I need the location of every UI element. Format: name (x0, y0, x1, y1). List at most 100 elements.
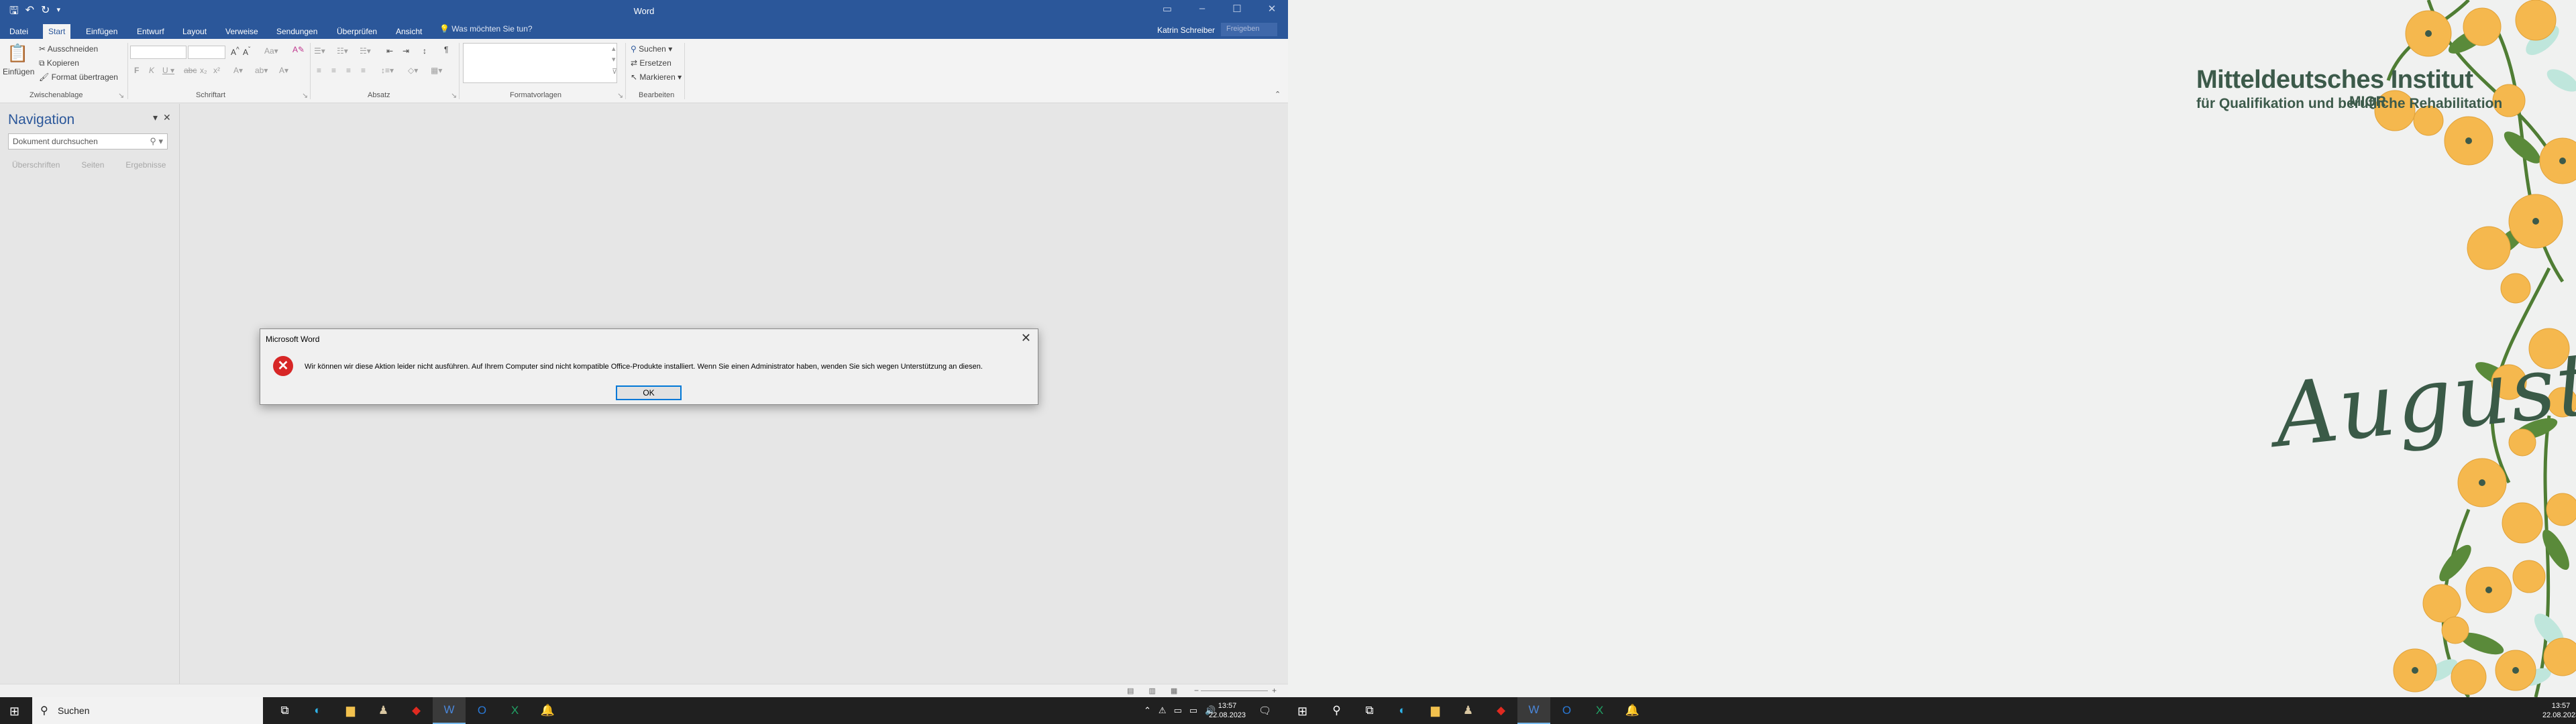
align-right-icon[interactable]: ≡ (346, 66, 351, 75)
font-name-combo[interactable] (130, 46, 186, 59)
tab-review[interactable]: Überprüfen (331, 24, 382, 39)
network-icon[interactable]: ▭ (1189, 705, 1197, 716)
nav-tab-headings[interactable]: Überschriften (12, 160, 60, 170)
navigation-search-input[interactable]: Dokument durchsuchen ⚲ ▾ (8, 133, 168, 149)
format-painter-button[interactable]: 🖌 Format übertragen (39, 72, 118, 82)
highlight-icon[interactable]: ab▾ (255, 66, 268, 75)
excel-icon[interactable]: X (1583, 697, 1616, 724)
line-spacing-icon[interactable]: ↕≡▾ (381, 66, 394, 75)
acrobat-icon[interactable]: ◆ (1485, 697, 1517, 724)
tab-start[interactable]: Start (43, 24, 71, 39)
ribbon-display-icon[interactable]: ▭ (1157, 3, 1178, 15)
user-name[interactable]: Katrin Schreiber (1157, 25, 1215, 35)
word-icon[interactable]: W (1517, 697, 1550, 724)
maximize-icon[interactable]: ☐ (1226, 3, 1248, 15)
replace-button[interactable]: ⇄ Ersetzen (631, 58, 672, 68)
tab-references[interactable]: Verweise (220, 24, 264, 39)
clipboard-launcher-icon[interactable]: ↘ (118, 91, 124, 100)
acrobat-icon[interactable]: ◆ (400, 697, 433, 724)
bullets-icon[interactable]: ☰▾ (314, 46, 325, 56)
outlook-icon[interactable]: O (1550, 697, 1583, 724)
subscript-icon[interactable]: x₂ (200, 66, 207, 75)
font-launcher-icon[interactable]: ↘ (302, 91, 308, 100)
strikethrough-icon[interactable]: abc (184, 66, 197, 75)
styles-launcher-icon[interactable]: ↘ (617, 91, 623, 100)
select-button[interactable]: ↖ Markieren ▾ (631, 72, 682, 82)
styles-gallery[interactable] (463, 43, 617, 83)
chevron-up-icon[interactable]: ⌃ (1144, 705, 1151, 716)
font-grow-icon[interactable]: A^ (231, 46, 239, 57)
show-marks-icon[interactable]: ¶ (444, 45, 448, 54)
nav-tab-results[interactable]: Ergebnisse (125, 160, 166, 170)
borders-icon[interactable]: ▦▾ (431, 66, 442, 75)
dialog-close-icon[interactable]: ✕ (1021, 331, 1031, 345)
minimize-icon[interactable]: – (1191, 3, 1213, 15)
edge-icon[interactable]: ◐ (301, 697, 334, 724)
tab-mailings[interactable]: Sendungen (271, 24, 323, 39)
pane-options-icon[interactable]: ▾ (153, 112, 158, 123)
taskbar-search[interactable]: ⚲ Suchen (32, 697, 263, 724)
close-pane-icon[interactable]: ✕ (163, 112, 171, 123)
ok-button[interactable]: OK (616, 385, 682, 400)
cut-button[interactable]: ✂ Ausschneiden (39, 44, 98, 54)
bold-icon[interactable]: F (134, 66, 139, 75)
word-icon[interactable]: W (433, 697, 466, 724)
italic-icon[interactable]: K (149, 66, 154, 75)
font-size-combo[interactable] (188, 46, 225, 59)
close-icon[interactable]: ✕ (1261, 3, 1283, 15)
taskbar-clock[interactable]: 13:57 22.08.2023 (1209, 701, 1246, 720)
zoom-out-icon[interactable]: − (1194, 686, 1199, 695)
underline-icon[interactable]: U ▾ (162, 66, 174, 75)
secondary-clock[interactable]: 13:57 22.08.2023 (2542, 701, 2576, 720)
zoom-slider[interactable] (1201, 690, 1268, 691)
tab-file[interactable]: Datei (4, 24, 34, 39)
notification-app-icon[interactable]: 🔔 (1616, 697, 1649, 724)
text-effects-icon[interactable]: A▾ (233, 66, 243, 75)
nav-tab-pages[interactable]: Seiten (81, 160, 104, 170)
app-figure-icon[interactable]: ♟ (1452, 697, 1485, 724)
task-view-icon[interactable]: ⧉ (1353, 697, 1386, 724)
superscript-icon[interactable]: x² (213, 66, 220, 75)
numbering-icon[interactable]: ☷▾ (337, 46, 348, 56)
align-center-icon[interactable]: ≡ (331, 66, 336, 75)
outlook-icon[interactable]: O (466, 697, 498, 724)
copy-button[interactable]: ⧉ Kopieren (39, 58, 79, 68)
paragraph-launcher-icon[interactable]: ↘ (451, 91, 457, 100)
justify-icon[interactable]: ≡ (361, 66, 366, 75)
file-explorer-icon[interactable]: ▆ (1419, 697, 1452, 724)
collapse-ribbon-icon[interactable]: ⌃ (1275, 90, 1281, 99)
styles-more-icon[interactable]: ⊽ (612, 67, 617, 76)
app-figure-icon[interactable]: ♟ (367, 697, 400, 724)
share-button[interactable]: Freigeben (1221, 23, 1277, 36)
read-mode-icon[interactable]: ▤ (1127, 686, 1134, 695)
paste-icon[interactable]: 📋 (7, 43, 28, 64)
change-case-icon[interactable]: Aa▾ (264, 46, 278, 56)
file-explorer-icon[interactable]: ▆ (334, 697, 367, 724)
task-view-icon[interactable]: ⧉ (268, 697, 301, 724)
styles-scroll-up-icon[interactable]: ▴ (612, 44, 616, 53)
multilevel-list-icon[interactable]: ☵▾ (360, 46, 371, 56)
zoom-in-icon[interactable]: + (1272, 686, 1277, 695)
print-layout-icon[interactable]: ▥ (1148, 686, 1155, 695)
search-button[interactable]: ⚲ Suchen ▾ (631, 44, 672, 54)
paste-button[interactable]: Einfügen (3, 67, 34, 76)
tab-insert[interactable]: Einfügen (80, 24, 123, 39)
search-icon[interactable]: ⚲ (1320, 697, 1353, 724)
windows-start-icon[interactable]: ⊞ (1297, 705, 1307, 719)
tab-view[interactable]: Ansicht (390, 24, 427, 39)
edge-icon[interactable]: ◐ (1386, 697, 1419, 724)
sort-icon[interactable]: ↕ (423, 46, 427, 56)
increase-indent-icon[interactable]: ⇥ (402, 46, 409, 56)
font-shrink-icon[interactable]: Aˇ (243, 46, 250, 57)
notification-center-icon[interactable]: 🗨 (1258, 705, 1271, 717)
tell-me-box[interactable]: 💡 Was möchten Sie tun? (439, 24, 533, 34)
align-left-icon[interactable]: ≡ (317, 66, 321, 75)
search-icon[interactable]: ⚲ ▾ (150, 136, 163, 147)
windows-start-icon[interactable]: ⊞ (9, 705, 19, 719)
folder-icon[interactable]: ▭ (1174, 705, 1182, 716)
notification-app-icon[interactable]: 🔔 (531, 697, 564, 724)
tab-layout[interactable]: Layout (177, 24, 212, 39)
web-layout-icon[interactable]: ▦ (1171, 686, 1177, 695)
security-icon[interactable]: ⚠ (1159, 705, 1167, 716)
tab-design[interactable]: Entwurf (131, 24, 170, 39)
